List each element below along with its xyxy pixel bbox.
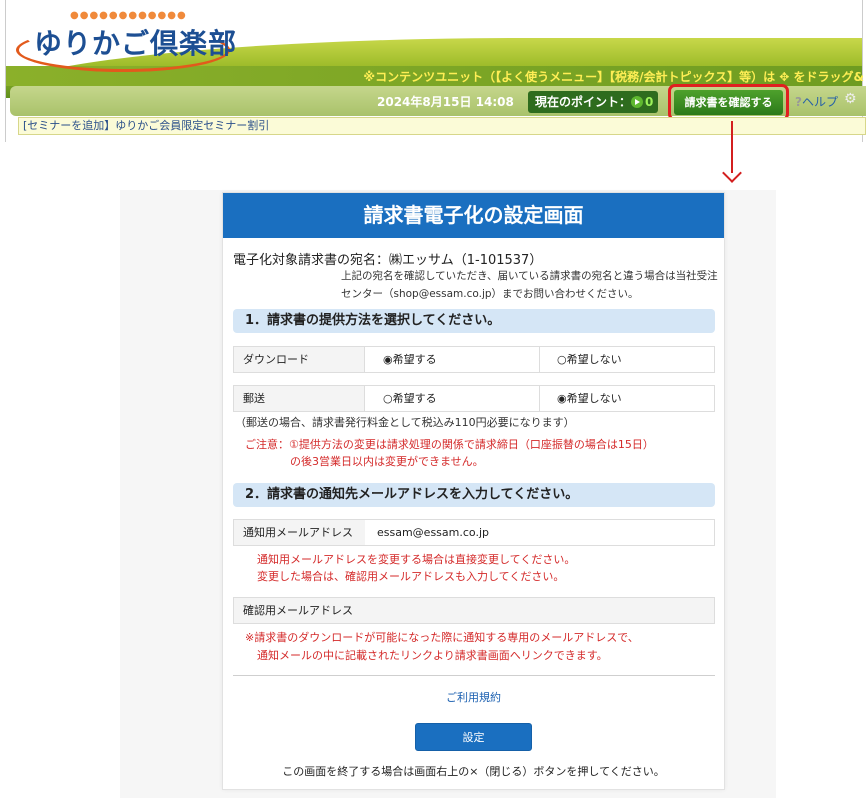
panel-title: 請求書電子化の設定画面 bbox=[223, 193, 724, 238]
postal-no-radio[interactable]: ◉希望しない bbox=[540, 386, 714, 411]
download-option-row: ダウンロード ◉希望する ○希望しない bbox=[233, 346, 715, 373]
caution-line-1: ご注意：①提供方法の変更は請求処理の関係で請求締日（口座振替の場合は15日） bbox=[245, 438, 654, 451]
divider bbox=[233, 675, 715, 676]
invoice-settings-panel: 請求書電子化の設定画面 電子化対象請求書の宛名：㈱エッサム（1-101537） … bbox=[222, 192, 725, 790]
points-value: 0 bbox=[645, 95, 654, 109]
points-label: 現在のポイント： bbox=[535, 95, 632, 109]
email-purpose-line-1: ※請求書のダウンロードが可能になった際に通知する専用のメールアドレスで、 bbox=[245, 631, 639, 644]
site-logo[interactable]: ●●●●●●●●●●●● ゆりかご倶楽部 bbox=[12, 10, 236, 72]
close-instruction: この画面を終了する場合は画面右上の×（閉じる）ボタンを押してください。 bbox=[282, 765, 665, 778]
play-icon bbox=[631, 96, 644, 108]
email-row: 通知用メールアドレス bbox=[233, 519, 715, 546]
invoice-button-highlight: 請求書を確認する bbox=[668, 84, 789, 121]
points-display: 現在のポイント： 0 bbox=[528, 91, 658, 113]
email-hint-line-2: 変更した場合は、確認用メールアドレスも入力してください。 bbox=[257, 570, 565, 583]
unit-drag-notice: ※コンテンツユニット（【よく使うメニュー】【税務/会計トピックス】等）は ✥ を… bbox=[363, 70, 864, 84]
gear-icon[interactable]: ⚙ bbox=[844, 92, 858, 106]
section-notification-email: 2．請求書の通知先メールアドレスを入力してください。 bbox=[233, 483, 715, 507]
email-hint-line-1: 通知用メールアドレスを変更する場合は直接変更してください。 bbox=[257, 553, 576, 566]
help-icon: ? bbox=[795, 95, 802, 109]
postal-yes-radio[interactable]: ○希望する bbox=[365, 386, 540, 411]
confirm-email-row: 確認用メールアドレス bbox=[233, 597, 715, 624]
help-link[interactable]: ?ヘルプ bbox=[795, 93, 838, 110]
download-yes-radio[interactable]: ◉希望する bbox=[365, 347, 540, 372]
email-purpose-note: ※請求書のダウンロードが可能になった際に通知する専用のメールアドレスで、 通知メ… bbox=[245, 629, 705, 665]
email-field[interactable] bbox=[365, 520, 714, 545]
download-label: ダウンロード bbox=[234, 347, 365, 372]
terms-of-use-link[interactable]: ご利用規約 bbox=[223, 689, 724, 705]
postal-option-row: 郵送 ○希望する ◉希望しない bbox=[233, 385, 715, 412]
help-label: ヘルプ bbox=[801, 95, 838, 109]
current-datetime: 2024年8月15日 14:08 bbox=[377, 95, 514, 109]
change-caution: ご注意：①提供方法の変更は請求処理の関係で請求締日（口座振替の場合は15日） の… bbox=[245, 436, 705, 470]
logo-dots-decoration: ●●●●●●●●●●●● bbox=[70, 10, 187, 21]
postal-fee-note: （郵送の場合、請求書発行料金として税込み110円必要になります） bbox=[235, 416, 575, 429]
download-no-radio[interactable]: ○希望しない bbox=[540, 347, 714, 372]
email-purpose-line-2: 通知メールの中に記載されたリンクより請求書画面へリンクできます。 bbox=[257, 649, 608, 662]
invoice-recipient: 電子化対象請求書の宛名：㈱エッサム（1-101537） bbox=[233, 253, 543, 268]
email-change-hint: 通知用メールアドレスを変更する場合は直接変更してください。 変更した場合は、確認… bbox=[257, 551, 697, 585]
caution-line-2: の後3営業日以内は変更ができません。 bbox=[290, 455, 484, 468]
check-invoice-button[interactable]: 請求書を確認する bbox=[674, 90, 783, 115]
set-button[interactable]: 設定 bbox=[415, 723, 532, 751]
postal-label: 郵送 bbox=[234, 386, 365, 411]
email-label: 通知用メールアドレス bbox=[234, 520, 365, 545]
logo-text: ゆりかご倶楽部 bbox=[34, 27, 238, 60]
news-ticker[interactable]: [セミナーを追加】ゆりかご会員限定セミナー割引 bbox=[18, 117, 866, 135]
section-delivery-method: 1．請求書の提供方法を選択してください。 bbox=[233, 309, 715, 333]
confirm-email-label: 確認用メールアドレス bbox=[234, 598, 365, 623]
confirm-email-field[interactable] bbox=[365, 598, 714, 623]
pointer-arrow-head-icon bbox=[722, 163, 742, 183]
recipient-note: 上記の宛名を確認していただき、届いている請求書の宛名と違う場合は当社受注センター… bbox=[341, 270, 718, 300]
